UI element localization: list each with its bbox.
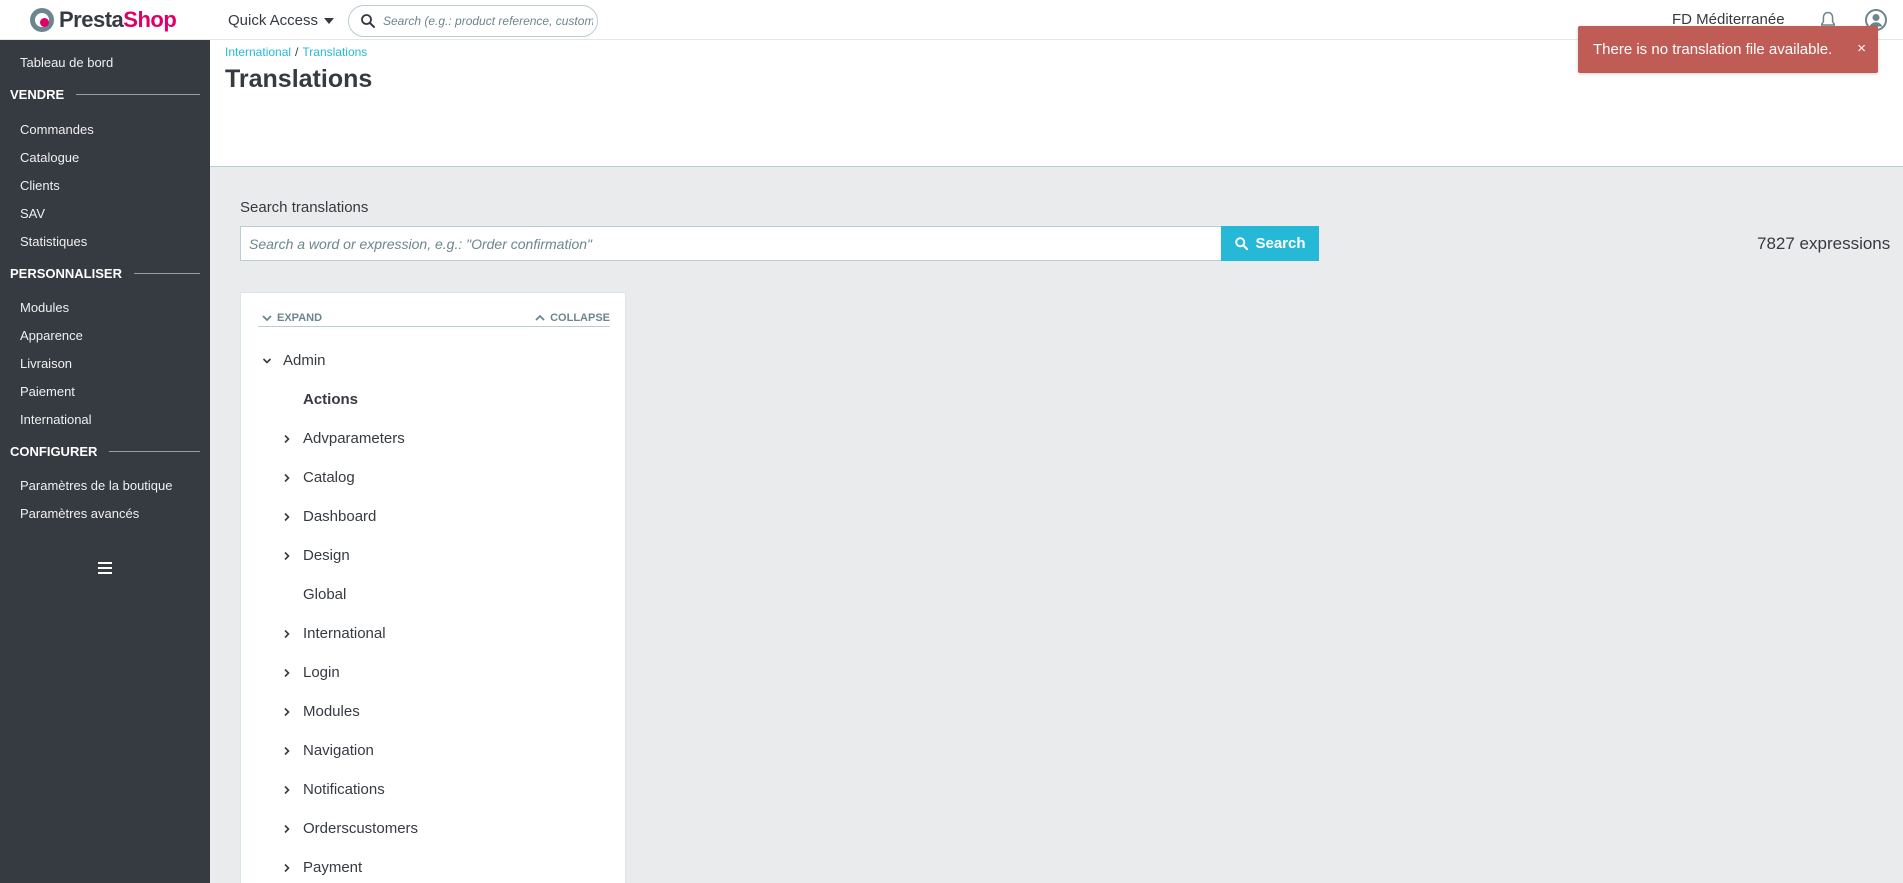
expression-count: 7827 expressions: [1757, 234, 1891, 253]
sidebar-item-dashboard[interactable]: Tableau de bord: [20, 55, 113, 70]
tree-node-label: Global: [303, 586, 347, 603]
tree-node-label: International: [303, 625, 386, 642]
logo-text-presta: Presta: [59, 7, 124, 32]
chevron-right-icon: [284, 473, 290, 482]
sidebar-item-livraison[interactable]: Livraison: [20, 356, 72, 371]
sidebar-item-apparence[interactable]: Apparence: [20, 328, 83, 343]
prestashop-logo[interactable]: PrestaShop: [30, 7, 177, 32]
search-translations-input[interactable]: [249, 235, 1221, 252]
tree-node-advparameters[interactable]: Advparameters: [282, 430, 405, 447]
main-sidebar: Tableau de bord VENDRE Commandes Catalog…: [0, 40, 210, 883]
chevron-right-icon: [284, 785, 290, 794]
sidebar-item-sav[interactable]: SAV: [20, 206, 45, 221]
page-title: Translations: [225, 65, 373, 93]
tree-controls: EXPAND COLLAPSE: [258, 312, 610, 327]
search-translations-box[interactable]: [240, 226, 1221, 261]
sidebar-section-configurer: CONFIGURER: [10, 444, 200, 459]
tree-node-notifications[interactable]: Notifications: [282, 781, 385, 798]
error-alert: There is no translation file available. …: [1578, 26, 1878, 73]
sidebar-item-parametres-boutique[interactable]: Paramètres de la boutique: [20, 478, 172, 493]
sidebar-item-parametres-avances[interactable]: Paramètres avancés: [20, 506, 139, 521]
tree-node-actions[interactable]: Actions: [303, 391, 358, 408]
chevron-right-icon: [284, 863, 290, 872]
tree-node-label: Dashboard: [303, 508, 377, 525]
tree-node-dashboard[interactable]: Dashboard: [282, 508, 376, 525]
breadcrumb-translations[interactable]: Translations: [302, 45, 367, 59]
header-search-input[interactable]: [383, 14, 593, 28]
sidebar-section-personnaliser: PERSONNALISER: [10, 266, 200, 281]
expand-label: EXPAND: [277, 312, 323, 324]
chevron-right-icon: [284, 434, 290, 443]
collapse-all-button[interactable]: COLLAPSE: [535, 312, 610, 324]
tree-node-label: Design: [303, 547, 350, 564]
section-divider: [109, 451, 200, 452]
chevron-right-icon: [284, 824, 290, 833]
alert-close-button[interactable]: ×: [1857, 40, 1866, 57]
chevron-down-icon: [262, 357, 272, 364]
sidebar-section-title: VENDRE: [10, 87, 65, 102]
tree-node-label: Payment: [303, 859, 363, 876]
sidebar-item-international[interactable]: International: [20, 412, 92, 427]
search-button[interactable]: Search: [1221, 226, 1319, 261]
chevron-right-icon: [284, 629, 290, 638]
chevron-down-icon: [262, 315, 272, 322]
sidebar-item-modules[interactable]: Modules: [20, 300, 69, 315]
tree-node-international[interactable]: International: [282, 625, 386, 642]
sidebar-section-title: PERSONNALISER: [10, 266, 122, 281]
quick-access-label: Quick Access: [228, 12, 319, 29]
tree-node-admin[interactable]: Admin: [262, 352, 326, 369]
expand-all-button[interactable]: EXPAND: [262, 312, 322, 324]
sidebar-item-catalogue[interactable]: Catalogue: [20, 150, 79, 165]
breadcrumb: International / Translations: [225, 45, 367, 59]
prestashop-puffin-icon: [30, 8, 54, 32]
caret-down-icon: [324, 17, 335, 24]
search-icon: [361, 14, 375, 28]
alert-message: There is no translation file available.: [1593, 41, 1833, 58]
tree-node-login[interactable]: Login: [282, 664, 340, 681]
tree-node-navigation[interactable]: Navigation: [282, 742, 374, 759]
tree-node-global[interactable]: Global: [303, 586, 346, 603]
search-icon: [1235, 237, 1249, 251]
search-translations-label: Search translations: [240, 199, 369, 216]
tree-node-label: Catalog: [303, 469, 355, 486]
tree-node-label: Actions: [303, 391, 359, 408]
breadcrumb-international[interactable]: International: [225, 45, 291, 59]
tree-node-label: Admin: [283, 352, 326, 369]
tree-node-payment[interactable]: Payment: [282, 859, 362, 876]
sidebar-item-statistiques[interactable]: Statistiques: [20, 234, 87, 249]
tree-node-label: Navigation: [303, 742, 374, 759]
quick-access-dropdown[interactable]: Quick Access: [228, 12, 335, 29]
chevron-up-icon: [535, 314, 545, 321]
chevron-right-icon: [284, 707, 290, 716]
chevron-right-icon: [284, 668, 290, 677]
search-button-label: Search: [1255, 235, 1306, 252]
tree-node-label: Advparameters: [303, 430, 405, 447]
tree-node-label: Login: [303, 664, 340, 681]
chevron-right-icon: [284, 746, 290, 755]
logo-text-shop: Shop: [123, 7, 177, 32]
breadcrumb-separator: /: [295, 45, 299, 59]
chevron-right-icon: [284, 512, 290, 521]
collapse-menu-icon[interactable]: [98, 562, 112, 574]
tree-node-label: Modules: [303, 703, 360, 720]
sidebar-section-vendre: VENDRE: [10, 87, 200, 102]
header-search[interactable]: [348, 5, 598, 37]
tree-node-orderscustomers[interactable]: Orderscustomers: [282, 820, 418, 837]
tree-node-label: Notifications: [303, 781, 385, 798]
section-divider: [133, 273, 200, 274]
sidebar-item-commandes[interactable]: Commandes: [20, 122, 94, 137]
translation-tree-panel: EXPAND COLLAPSE Admin Actions Advparamet…: [240, 292, 626, 883]
sidebar-section-title: CONFIGURER: [10, 444, 98, 459]
tree-node-design[interactable]: Design: [282, 547, 350, 564]
collapse-label: COLLAPSE: [550, 312, 610, 324]
tree-node-modules[interactable]: Modules: [282, 703, 360, 720]
tree-node-catalog[interactable]: Catalog: [282, 469, 355, 486]
sidebar-item-clients[interactable]: Clients: [20, 178, 60, 193]
tree-node-label: Orderscustomers: [303, 820, 419, 837]
chevron-right-icon: [284, 551, 290, 560]
sidebar-item-paiement[interactable]: Paiement: [20, 384, 75, 399]
section-divider: [76, 94, 200, 95]
